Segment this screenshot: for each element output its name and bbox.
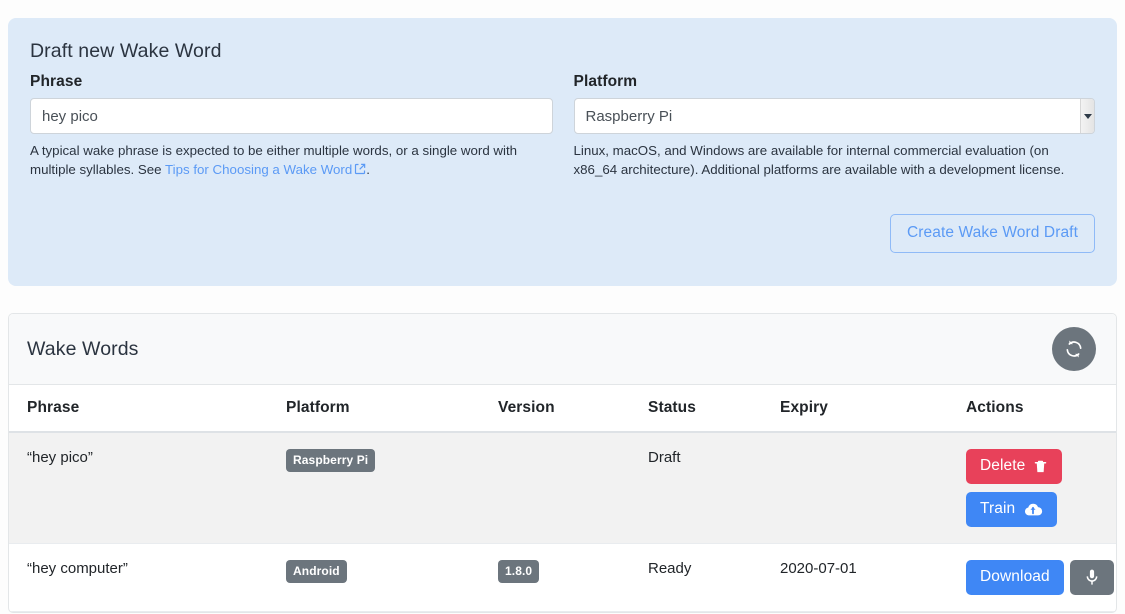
cell-expiry: 2020-07-01 [780, 543, 964, 612]
wake-word-page: Draft new Wake Word Phrase A typical wak… [0, 0, 1125, 614]
phrase-helper-text: A typical wake phrase is expected to be … [30, 141, 553, 179]
download-button[interactable]: Download [966, 560, 1064, 595]
cell-status: Ready [648, 543, 780, 612]
cell-phrase: “hey pico” [9, 432, 286, 544]
draft-wake-word-card: Draft new Wake Word Phrase A typical wak… [8, 18, 1117, 286]
tips-link[interactable]: Tips for Choosing a Wake Word [165, 162, 352, 177]
cell-phrase: “hey computer” [9, 543, 286, 612]
delete-button[interactable]: Delete [966, 449, 1063, 484]
microphone-icon [1083, 568, 1101, 586]
create-button-row: Create Wake Word Draft [889, 214, 1095, 253]
platform-select-track[interactable] [1080, 99, 1094, 133]
cell-platform: Android [286, 543, 498, 612]
train-button[interactable]: Train [966, 492, 1058, 527]
cell-actions: Delete Train [964, 432, 1116, 544]
column-header-version: Version [498, 385, 648, 433]
wake-words-title: Wake Words [27, 337, 139, 360]
table-row: “hey pico” Raspberry Pi Draft Delete Tra… [9, 432, 1116, 544]
cell-actions: Download [964, 543, 1116, 612]
refresh-icon [1064, 339, 1084, 359]
download-button-label: Download [980, 568, 1050, 585]
version-badge: 1.8.0 [498, 560, 540, 583]
cell-status: Draft [648, 432, 780, 544]
train-button-label: Train [980, 500, 1016, 517]
column-header-status: Status [648, 385, 780, 433]
column-header-expiry: Expiry [780, 385, 964, 433]
column-header-phrase: Phrase [9, 385, 286, 433]
column-header-actions: Actions [964, 385, 1116, 433]
listen-button[interactable] [1069, 560, 1114, 595]
platform-badge: Android [286, 560, 347, 583]
table-header-row: Phrase Platform Version Status Expiry Ac… [9, 385, 1116, 433]
phrase-label: Phrase [30, 73, 83, 90]
wake-words-card: Wake Words Phrase Platform Version Statu… [8, 313, 1117, 613]
delete-button-label: Delete [980, 457, 1026, 474]
cell-version [498, 432, 648, 544]
platform-helper-text: Linux, macOS, and Windows are available … [573, 143, 1065, 177]
wake-words-table: Phrase Platform Version Status Expiry Ac… [9, 385, 1116, 612]
chevron-down-icon [1083, 113, 1092, 119]
phrase-input[interactable] [30, 98, 553, 134]
platform-column: Platform Raspberry Pi Linux, macOS, and … [563, 73, 1106, 179]
trash-icon [1033, 459, 1048, 474]
platform-badge: Raspberry Pi [286, 449, 376, 472]
platform-select[interactable]: Raspberry Pi [573, 98, 1095, 134]
cell-version: 1.8.0 [498, 543, 648, 612]
table-row: “hey computer” Android 1.8.0 Ready 2020-… [9, 543, 1116, 612]
phrase-helper-after: . [366, 162, 370, 177]
draft-card-title: Draft new Wake Word [30, 40, 222, 62]
wake-words-table-body: “hey pico” Raspberry Pi Draft Delete Tra… [9, 432, 1116, 612]
cell-platform: Raspberry Pi [286, 432, 498, 544]
cell-expiry [780, 432, 964, 544]
column-header-platform: Platform [286, 385, 498, 433]
refresh-button[interactable] [1052, 327, 1096, 371]
phrase-column: Phrase A typical wake phrase is expected… [20, 73, 563, 179]
platform-select-value: Raspberry Pi [585, 107, 673, 125]
platform-label: Platform [573, 73, 638, 90]
create-wake-word-draft-button[interactable]: Create Wake Word Draft [889, 214, 1095, 253]
cloud-upload-icon [1023, 501, 1043, 517]
wake-words-header: Wake Words [9, 314, 1116, 385]
external-link-icon [354, 163, 366, 175]
